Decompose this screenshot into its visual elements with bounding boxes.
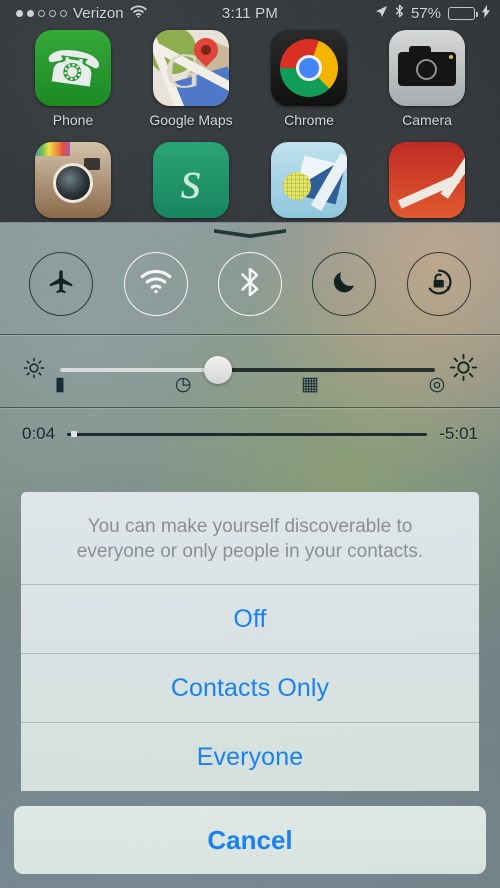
brightness-slider-fill xyxy=(60,368,218,372)
chrome-icon[interactable] xyxy=(271,30,347,106)
clock-label: 3:11 PM xyxy=(221,4,279,22)
red-chart-arrow xyxy=(440,157,465,199)
status-bar: Verizon 3:11 PM 57% xyxy=(0,0,500,26)
media-scrubber-knob[interactable] xyxy=(70,431,77,437)
camera-icon[interactable] xyxy=(389,30,465,106)
bluetooth-icon xyxy=(240,266,260,303)
action-sheet-option-off[interactable]: Off xyxy=(21,585,479,653)
flashlight-icon[interactable]: ▮ xyxy=(55,375,65,394)
app-teal[interactable] xyxy=(263,142,355,218)
instagram-icon[interactable] xyxy=(35,142,111,218)
green-app-glyph: s xyxy=(180,150,202,210)
action-sheet-option-everyone[interactable]: Everyone xyxy=(21,723,479,791)
battery-icon xyxy=(448,6,479,20)
teal-app-icon[interactable] xyxy=(271,142,347,218)
camera-flash-dot xyxy=(449,55,453,59)
action-sheet-option-contacts-only[interactable]: Contacts Only xyxy=(21,654,479,722)
rotation-lock-icon xyxy=(424,267,454,302)
grabber-handle[interactable] xyxy=(214,229,286,238)
wifi-icon xyxy=(140,269,172,299)
remaining-time-label: -5:01 xyxy=(439,424,478,443)
app-label-google-maps: Google Maps xyxy=(149,112,233,128)
action-sheet: You can make yourself discoverable to ev… xyxy=(21,492,479,792)
media-scrubber-row: 0:04 -5:01 xyxy=(0,408,500,450)
app-instagram[interactable] xyxy=(27,142,119,218)
app-green[interactable]: s xyxy=(145,142,237,218)
brightness-control xyxy=(0,335,500,407)
phone-icon[interactable]: ☎ xyxy=(35,30,111,106)
app-label-chrome: Chrome xyxy=(284,112,334,128)
red-app-icon[interactable] xyxy=(389,142,465,218)
chrome-ring xyxy=(280,39,338,97)
camera-lens xyxy=(416,59,437,80)
do-not-disturb-toggle[interactable] xyxy=(312,252,377,316)
app-google-maps[interactable]: G Google Maps xyxy=(145,30,237,128)
timer-icon[interactable]: ◷ xyxy=(175,375,192,394)
camera-icon[interactable]: ◎ xyxy=(429,375,446,394)
google-maps-icon[interactable]: G xyxy=(153,30,229,106)
instagram-rainbow-stripe xyxy=(35,142,70,156)
brightness-slider[interactable] xyxy=(60,356,435,384)
airplane-icon xyxy=(46,267,76,302)
control-center-toggle-row xyxy=(0,238,500,334)
chrome-center xyxy=(296,55,322,81)
app-row-1: ☎ Phone G Google Maps Chrome Camera xyxy=(0,30,500,128)
rotation-lock-toggle[interactable] xyxy=(406,252,471,316)
app-phone[interactable]: ☎ Phone xyxy=(27,30,119,128)
app-row-2: s xyxy=(0,142,500,218)
instagram-lens xyxy=(53,163,93,204)
teal-ball xyxy=(283,172,311,200)
media-scrubber[interactable] xyxy=(67,431,428,437)
control-center-shortcuts-row: ▮ ◷ ▦ ◎ xyxy=(0,374,500,394)
wifi-toggle[interactable] xyxy=(123,252,188,316)
moon-icon xyxy=(331,268,358,300)
home-screen-app-grid: ☎ Phone G Google Maps Chrome Camera s xyxy=(0,30,500,218)
green-app-icon[interactable]: s xyxy=(153,142,229,218)
app-label-camera: Camera xyxy=(402,112,452,128)
elapsed-time-label: 0:04 xyxy=(22,424,56,443)
calculator-icon[interactable]: ▦ xyxy=(301,375,319,394)
app-label-phone: Phone xyxy=(52,112,94,128)
bluetooth-toggle[interactable] xyxy=(217,252,282,316)
airplane-mode-toggle[interactable] xyxy=(29,252,94,316)
cancel-button[interactable]: Cancel xyxy=(14,806,486,874)
cancel-button-label: Cancel xyxy=(207,824,293,855)
app-red[interactable] xyxy=(381,142,473,218)
phone-handset-glyph: ☎ xyxy=(41,38,105,98)
app-camera[interactable]: Camera xyxy=(381,30,473,128)
action-sheet-message: You can make yourself discoverable to ev… xyxy=(76,516,424,563)
app-chrome[interactable]: Chrome xyxy=(263,30,355,128)
